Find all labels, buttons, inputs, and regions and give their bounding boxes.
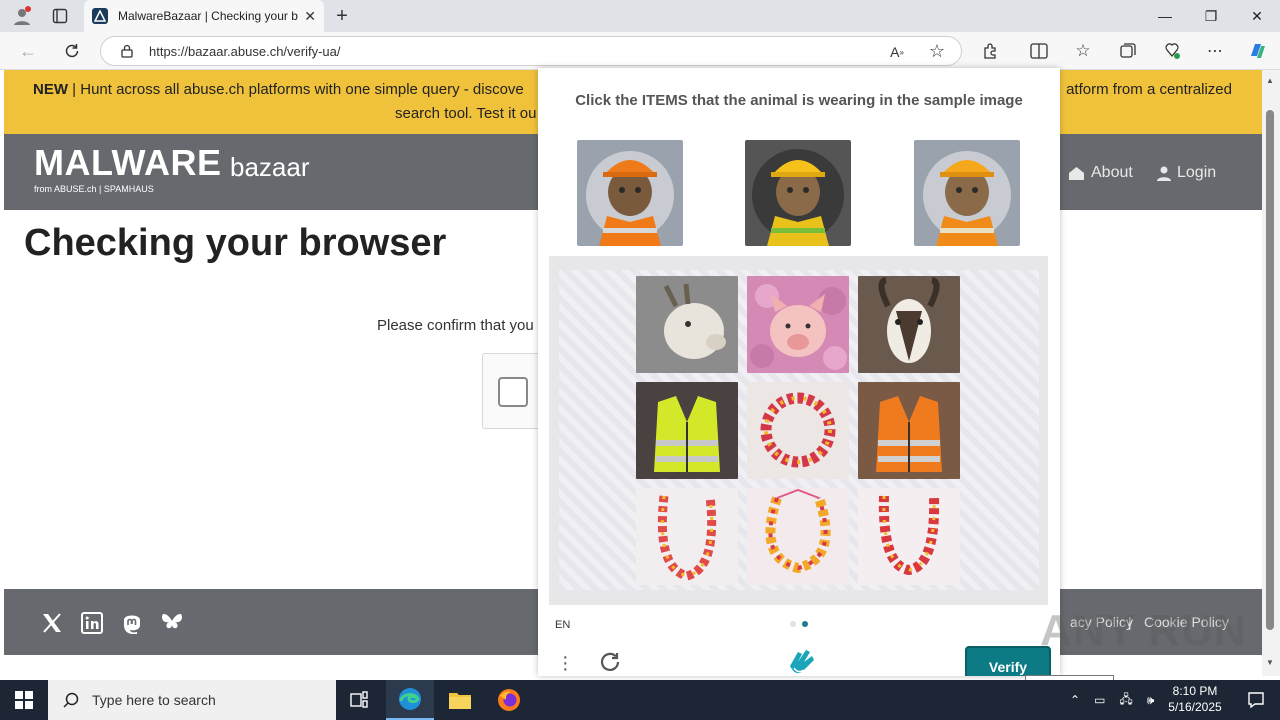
favorite-star-icon[interactable]: ☆ [927,41,947,61]
grid-cell-flower-lei-3[interactable] [747,488,849,585]
tab-title: MalwareBazaar | Checking your b [118,9,298,23]
taskbar-search-box[interactable]: Type here to search [48,680,336,720]
file-explorer-icon[interactable] [436,680,484,720]
address-bar[interactable]: https://bazaar.abuse.ch/verify-ua/ A» ☆ [100,36,962,66]
banner-new-label: NEW [33,81,68,98]
page-scrollbar[interactable]: ▲ ▼ [1262,70,1280,676]
scroll-up-icon[interactable]: ▲ [1266,76,1274,85]
windows-start-icon[interactable] [0,680,48,720]
extensions-icon[interactable] [980,40,1002,62]
hcaptcha-logo-icon [784,648,818,676]
site-logo[interactable]: MALWARE [34,142,222,184]
nav-login-label: Login [1177,164,1217,181]
captcha-grid-panel [549,256,1048,605]
captcha-challenge: Click the ITEMS that the animal is weari… [538,68,1060,676]
mastodon-icon[interactable] [120,611,144,635]
battery-network-icon[interactable]: ▭ [1094,693,1105,707]
language-selector[interactable]: EN [555,619,570,631]
taskbar-clock[interactable]: 8:10 PM 5/16/2025 [1162,683,1228,715]
challenge-progress-dots [790,621,808,627]
tab-actions-icon[interactable] [50,6,70,26]
back-icon[interactable]: ← [16,40,40,62]
grid-cell-flower-lei-4[interactable] [858,488,960,585]
banner-text: | Hunt across all abuse.ch platforms wit… [68,81,524,98]
grid-cell-pig[interactable] [747,276,849,373]
grid-cell-goat-1[interactable] [636,276,738,373]
progress-dot-1 [790,621,796,627]
url-text[interactable]: https://bazaar.abuse.ch/verify-ua/ [149,44,341,59]
progress-dot-2 [802,621,808,627]
clock-time: 8:10 PM [1172,684,1218,698]
banner-text-line2[interactable]: search tool. Test it ou [395,102,536,126]
x-twitter-icon[interactable] [40,611,64,635]
task-view-icon[interactable] [336,680,384,720]
scrollbar-thumb[interactable] [1266,110,1274,630]
anyrun-watermark: ANY RUN [1040,606,1247,655]
verify-button[interactable]: Verify [965,646,1051,676]
grid-cell-goat-2[interactable] [858,276,960,373]
windows-taskbar: Type here to search ⌃ ▭ 🖧 🕪 8:10 PM 5/16… [0,680,1280,720]
notification-center-icon[interactable] [1232,680,1280,720]
clock-date: 5/16/2025 [1168,700,1222,714]
minimize-icon[interactable]: — [1142,0,1188,32]
captcha-menu-icon[interactable]: · · · [562,647,569,676]
nav-about[interactable]: About [1068,164,1133,182]
refresh-icon[interactable] [60,40,84,62]
linkedin-icon[interactable] [80,611,104,635]
tab-strip: MalwareBazaar | Checking your b ✕ + — ❐ … [0,0,1280,32]
grid-cell-orange-vest[interactable] [858,382,960,479]
favorites-icon[interactable]: ☆ [1072,40,1094,62]
captcha-prompt: Click the ITEMS that the animal is weari… [575,92,1023,109]
site-logo-sub[interactable]: bazaar [230,152,310,183]
new-tab-icon[interactable]: + [330,4,354,28]
taskbar-edge-icon[interactable] [386,680,434,720]
browser-essentials-icon[interactable] [1161,40,1183,62]
search-icon [63,692,79,708]
read-aloud-icon[interactable]: A» [887,42,907,62]
home-icon [1069,166,1084,180]
close-window-icon[interactable]: ✕ [1234,0,1280,32]
profile-icon[interactable] [10,4,34,28]
user-icon [1157,166,1171,181]
settings-more-icon[interactable]: ⋯ [1204,40,1226,62]
banner-text-right: atform from a centralized [1066,81,1232,98]
bluesky-icon[interactable] [160,611,184,635]
lock-icon[interactable] [119,43,135,59]
network-icon[interactable]: 🖧 [1119,690,1132,711]
malwarebazaar-favicon-icon [92,8,108,24]
copilot-icon[interactable] [1246,39,1270,63]
volume-icon[interactable]: 🕪 [1147,693,1155,708]
page-title: Checking your browser [24,222,447,264]
captcha-checkbox[interactable] [498,377,528,407]
nav-login[interactable]: Login [1157,164,1216,182]
show-hidden-icons-icon[interactable]: ⌃ [1070,693,1080,707]
firefox-icon[interactable] [485,680,533,720]
grid-cell-flower-lei-2[interactable] [636,488,738,585]
scroll-down-icon[interactable]: ▼ [1266,658,1274,667]
restore-icon[interactable]: ❐ [1188,0,1234,32]
captcha-grid [559,270,1039,590]
taskbar-search-placeholder: Type here to search [92,692,216,708]
sample-image-1 [577,140,683,246]
logo-from-text: from ABUSE.ch | SPAMHAUS [34,184,154,194]
confirm-text: Please confirm that you [377,317,534,334]
grid-cell-yellow-vest[interactable] [636,382,738,479]
split-screen-icon[interactable] [1028,40,1050,62]
tab-close-icon[interactable]: ✕ [304,8,316,25]
sample-image-2 [745,140,851,246]
system-tray: ⌃ ▭ 🖧 🕪 [1070,680,1154,720]
browser-tab-active[interactable]: MalwareBazaar | Checking your b ✕ [84,0,324,32]
collections-icon[interactable] [1117,40,1139,62]
sample-image-3 [914,140,1020,246]
grid-cell-flower-lei-1[interactable] [747,382,849,479]
captcha-refresh-icon[interactable] [598,650,622,676]
nav-about-label: About [1091,164,1133,181]
browser-toolbar: ← https://bazaar.abuse.ch/verify-ua/ A» … [0,32,1280,70]
